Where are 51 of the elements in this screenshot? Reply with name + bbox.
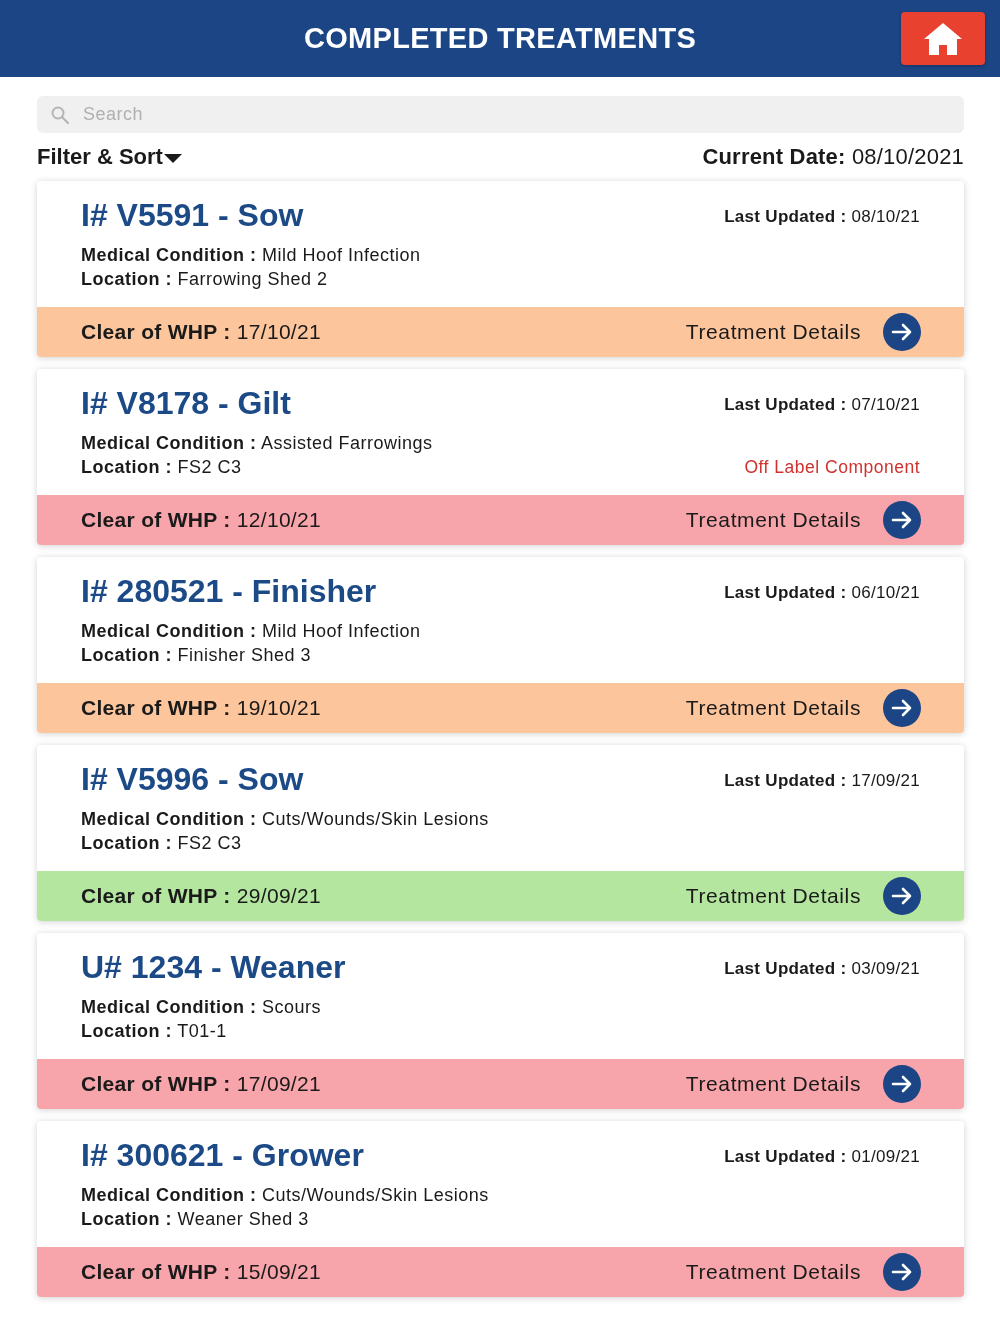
location: Location : Finisher Shed 3	[81, 644, 312, 667]
search-icon	[51, 106, 69, 124]
treatment-details-button[interactable]: Treatment Details	[685, 313, 921, 351]
whp-clear-date: Clear of WHP : 17/09/21	[81, 1072, 321, 1096]
arrow-circle-icon	[883, 313, 921, 351]
whp-clear-date: Clear of WHP : 19/10/21	[81, 696, 321, 720]
whp-clear-date: Clear of WHP : 17/10/21	[81, 320, 321, 344]
current-date: Current Date: 08/10/2021	[702, 144, 964, 170]
arrow-circle-icon	[883, 689, 921, 727]
location: Location : T01-1	[81, 1020, 227, 1043]
animal-title: I# V5591 - Sow	[81, 196, 304, 234]
whp-clear-date: Clear of WHP : 12/10/21	[81, 508, 321, 532]
search-field[interactable]: Search	[37, 96, 964, 133]
treatment-details-button[interactable]: Treatment Details	[685, 877, 921, 915]
treatment-details-button[interactable]: Treatment Details	[685, 1065, 921, 1103]
treatment-details-button[interactable]: Treatment Details	[685, 501, 921, 539]
last-updated: Last Updated : 01/09/21	[724, 1147, 920, 1167]
animal-title: I# 280521 - Finisher	[81, 572, 377, 610]
medical-condition: Medical Condition : Mild Hoof Infection	[81, 620, 421, 643]
animal-title: I# V5996 - Sow	[81, 760, 304, 798]
caret-icon	[163, 153, 182, 164]
last-updated: Last Updated : 08/10/21	[724, 207, 920, 227]
animal-title: I# 300621 - Grower	[81, 1136, 364, 1174]
location: Location : Farrowing Shed 2	[81, 268, 328, 291]
medical-condition: Medical Condition : Assisted Farrowings	[81, 432, 433, 455]
location: Location : Weaner Shed 3	[81, 1208, 309, 1231]
arrow-circle-icon	[883, 501, 921, 539]
whp-clear-date: Clear of WHP : 29/09/21	[81, 884, 321, 908]
treatment-details-button[interactable]: Treatment Details	[685, 1253, 921, 1291]
medical-condition: Medical Condition : Cuts/Wounds/Skin Lesions	[81, 808, 489, 831]
last-updated: Last Updated : 17/09/21	[724, 771, 920, 791]
arrow-circle-icon	[883, 1065, 921, 1103]
whp-clear-date: Clear of WHP : 15/09/21	[81, 1260, 321, 1284]
last-updated: Last Updated : 07/10/21	[724, 395, 920, 415]
medical-condition: Medical Condition : Mild Hoof Infection	[81, 244, 421, 267]
animal-title: I# V8178 - Gilt	[81, 384, 291, 422]
off-label-warning: Off Label Component	[744, 456, 920, 478]
animal-title: U# 1234 - Weaner	[81, 948, 346, 986]
home-icon	[923, 21, 963, 56]
treatment-details-button[interactable]: Treatment Details	[685, 689, 921, 727]
last-updated: Last Updated : 06/10/21	[724, 583, 920, 603]
medical-condition: Medical Condition : Cuts/Wounds/Skin Lesions	[81, 1184, 489, 1207]
last-updated: Last Updated : 03/09/21	[724, 959, 920, 979]
location: Location : FS2 C3	[81, 456, 242, 479]
filter-sort-button[interactable]: Filter & Sort	[37, 144, 182, 170]
location: Location : FS2 C3	[81, 832, 242, 855]
home-button[interactable]	[901, 12, 985, 65]
medical-condition: Medical Condition : Scours	[81, 996, 322, 1019]
arrow-circle-icon	[883, 877, 921, 915]
arrow-circle-icon	[883, 1253, 921, 1291]
page-title: COMPLETED TREATMENTS	[303, 22, 697, 55]
